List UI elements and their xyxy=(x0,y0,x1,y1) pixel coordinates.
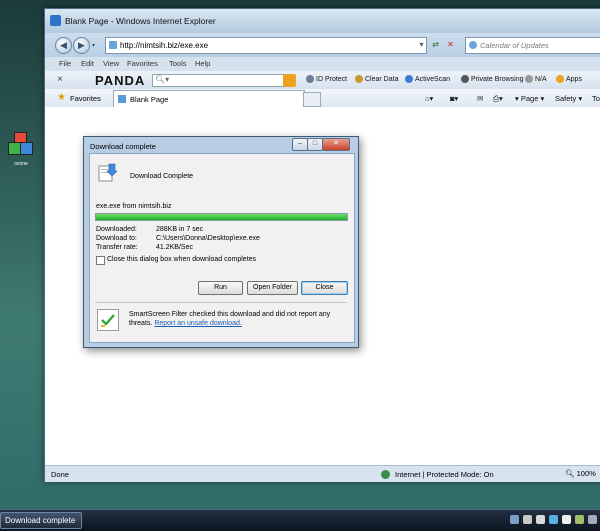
feeds-icon[interactable]: ◙▾ xyxy=(450,94,458,103)
security-tray-icon[interactable] xyxy=(575,515,584,524)
progress-fill xyxy=(96,214,347,220)
page-menu[interactable]: ▾ Page ▾ xyxy=(515,94,544,103)
print-icon[interactable]: ⎙▾ xyxy=(493,94,503,104)
compat-view-icon[interactable]: ⇄ xyxy=(429,38,442,51)
smartscreen-check-icon xyxy=(97,309,119,331)
address-bar[interactable]: http://nimtsih.biz/exe.exe xyxy=(105,37,427,54)
desktop-icon-ozone[interactable]: ozone xyxy=(4,128,34,168)
tools-menu[interactable]: To xyxy=(592,94,600,103)
downloaded-label: Downloaded: xyxy=(96,226,137,233)
mask-icon xyxy=(461,75,469,83)
volume-icon[interactable] xyxy=(536,515,545,524)
back-button[interactable]: ◀ xyxy=(55,37,72,54)
internet-zone-icon xyxy=(381,470,390,479)
download-to-value: C:\Users\Donna\Desktop\exe.exe xyxy=(156,235,260,242)
dialog-title: Download complete xyxy=(90,142,156,151)
page-icon xyxy=(109,41,117,49)
menu-file[interactable]: File xyxy=(59,59,71,68)
broom-icon xyxy=(355,75,363,83)
toolbar-close-icon[interactable]: × xyxy=(57,74,63,85)
tab-blank-page[interactable]: Blank Page xyxy=(113,90,305,107)
page-icon xyxy=(118,95,126,103)
downloaded-value: 288KB in 7 sec xyxy=(156,226,204,233)
forward-button[interactable]: ▶ xyxy=(73,37,90,54)
search-box[interactable]: Calendar of Updates xyxy=(465,37,600,54)
report-unsafe-link[interactable]: Report an unsafe download. xyxy=(154,320,242,327)
status-bar: Done Internet | Protected Mode: On 🔍︎ 10… xyxy=(45,465,600,482)
toolbar-clear-data[interactable]: Clear Data xyxy=(355,75,398,83)
title-bar: Blank Page - Windows Internet Explorer xyxy=(45,9,600,33)
menu-edit[interactable]: Edit xyxy=(81,59,94,68)
panda-toolbar: × PANDA 🔍︎▾ ID Protect Clear Data Active… xyxy=(45,71,600,90)
maximize-button[interactable]: □ xyxy=(307,138,323,151)
mail-icon[interactable]: ✉ xyxy=(477,94,483,103)
dialog-body: Download Complete exe.exe from nimtsih.b… xyxy=(89,153,355,343)
favorites-star-icon: ★ xyxy=(57,92,66,103)
cube-blue xyxy=(20,142,33,155)
new-tab-button[interactable] xyxy=(303,92,321,107)
transfer-rate-value: 41.2KB/Sec xyxy=(156,244,193,251)
close-on-complete-label[interactable]: Close this dialog box when download comp… xyxy=(107,256,256,263)
favorites-button[interactable]: Favorites xyxy=(70,94,101,103)
close-button[interactable]: Close xyxy=(301,281,348,295)
bluetooth-icon[interactable] xyxy=(510,515,519,524)
security-zone[interactable]: Internet | Protected Mode: On xyxy=(395,470,494,479)
tab-title: Blank Page xyxy=(130,95,169,104)
network-icon[interactable] xyxy=(523,515,532,524)
apps-icon xyxy=(556,75,564,83)
stop-icon[interactable]: ✕ xyxy=(444,38,457,51)
run-button[interactable]: Run xyxy=(198,281,243,295)
toolbar-private-browsing[interactable]: Private Browsing xyxy=(461,75,524,83)
taskbar-item-download[interactable]: Download complete xyxy=(0,512,82,529)
divider xyxy=(95,302,347,303)
panda-search-input[interactable]: 🔍︎▾ xyxy=(152,74,284,87)
open-folder-button[interactable]: Open Folder xyxy=(247,281,298,295)
toolbar-activescan[interactable]: ActiveScan xyxy=(405,75,450,83)
ie-logo-icon xyxy=(50,15,61,26)
toolbar-na[interactable]: N/A xyxy=(525,75,547,83)
search-icon: 🔍︎▾ xyxy=(155,75,170,84)
minimize-button[interactable]: – xyxy=(292,138,308,151)
zoom-level[interactable]: 🔍︎ 100% xyxy=(565,469,596,478)
lock-icon xyxy=(306,75,314,83)
download-progress-bar xyxy=(95,213,348,221)
panda-logo: PANDA xyxy=(95,73,146,88)
smartscreen-message: SmartScreen Filter checked this download… xyxy=(129,311,331,327)
panda-search-button[interactable] xyxy=(283,74,296,87)
scan-icon xyxy=(405,75,413,83)
safety-menu[interactable]: Safety ▾ xyxy=(555,94,582,103)
menu-favorites[interactable]: Favorites xyxy=(127,59,158,68)
address-dropdown-icon[interactable]: ▾ xyxy=(415,38,428,51)
favorites-bar: ★ Favorites Blank Page ⌂▾ ◙▾ ✉ ⎙▾ ▾ Page… xyxy=(45,89,600,108)
toolbar-id-protect[interactable]: ID Protect xyxy=(306,75,347,83)
download-icon xyxy=(98,163,118,182)
history-dropdown-icon[interactable]: ▾ xyxy=(92,42,95,49)
download-to-label: Download to: xyxy=(96,235,137,242)
panda-tray-icon[interactable] xyxy=(562,515,571,524)
close-window-button[interactable]: ✕ xyxy=(322,138,350,151)
home-icon[interactable]: ⌂▾ xyxy=(425,94,433,103)
tray-overflow-icon[interactable] xyxy=(588,515,597,524)
tray-app-icon[interactable] xyxy=(549,515,558,524)
navigation-bar: ◀ ▶ ▾ http://nimtsih.biz/exe.exe ▾ ⇄ ✕ C… xyxy=(45,33,600,57)
search-placeholder: Calendar of Updates xyxy=(480,41,549,50)
search-provider-icon xyxy=(469,41,477,49)
close-on-complete-checkbox[interactable] xyxy=(96,256,105,265)
help-icon xyxy=(525,75,533,83)
download-heading: Download Complete xyxy=(130,173,194,180)
download-source: exe.exe from nimtsih.biz xyxy=(96,203,172,210)
transfer-rate-label: Transfer rate: xyxy=(96,244,138,251)
address-url: http://nimtsih.biz/exe.exe xyxy=(120,41,209,50)
menu-view[interactable]: View xyxy=(103,59,119,68)
status-text: Done xyxy=(51,470,69,479)
menu-bar: File Edit View Favorites Tools Help xyxy=(45,57,600,71)
desktop-icon-label: ozone xyxy=(14,161,28,167)
download-dialog: Download complete – □ ✕ Download Complet… xyxy=(83,136,359,348)
toolbar-apps[interactable]: Apps xyxy=(556,75,582,83)
taskbar: Download complete xyxy=(0,509,600,531)
menu-tools[interactable]: Tools xyxy=(169,59,187,68)
window-title: Blank Page - Windows Internet Explorer xyxy=(65,16,216,26)
menu-help[interactable]: Help xyxy=(195,59,210,68)
